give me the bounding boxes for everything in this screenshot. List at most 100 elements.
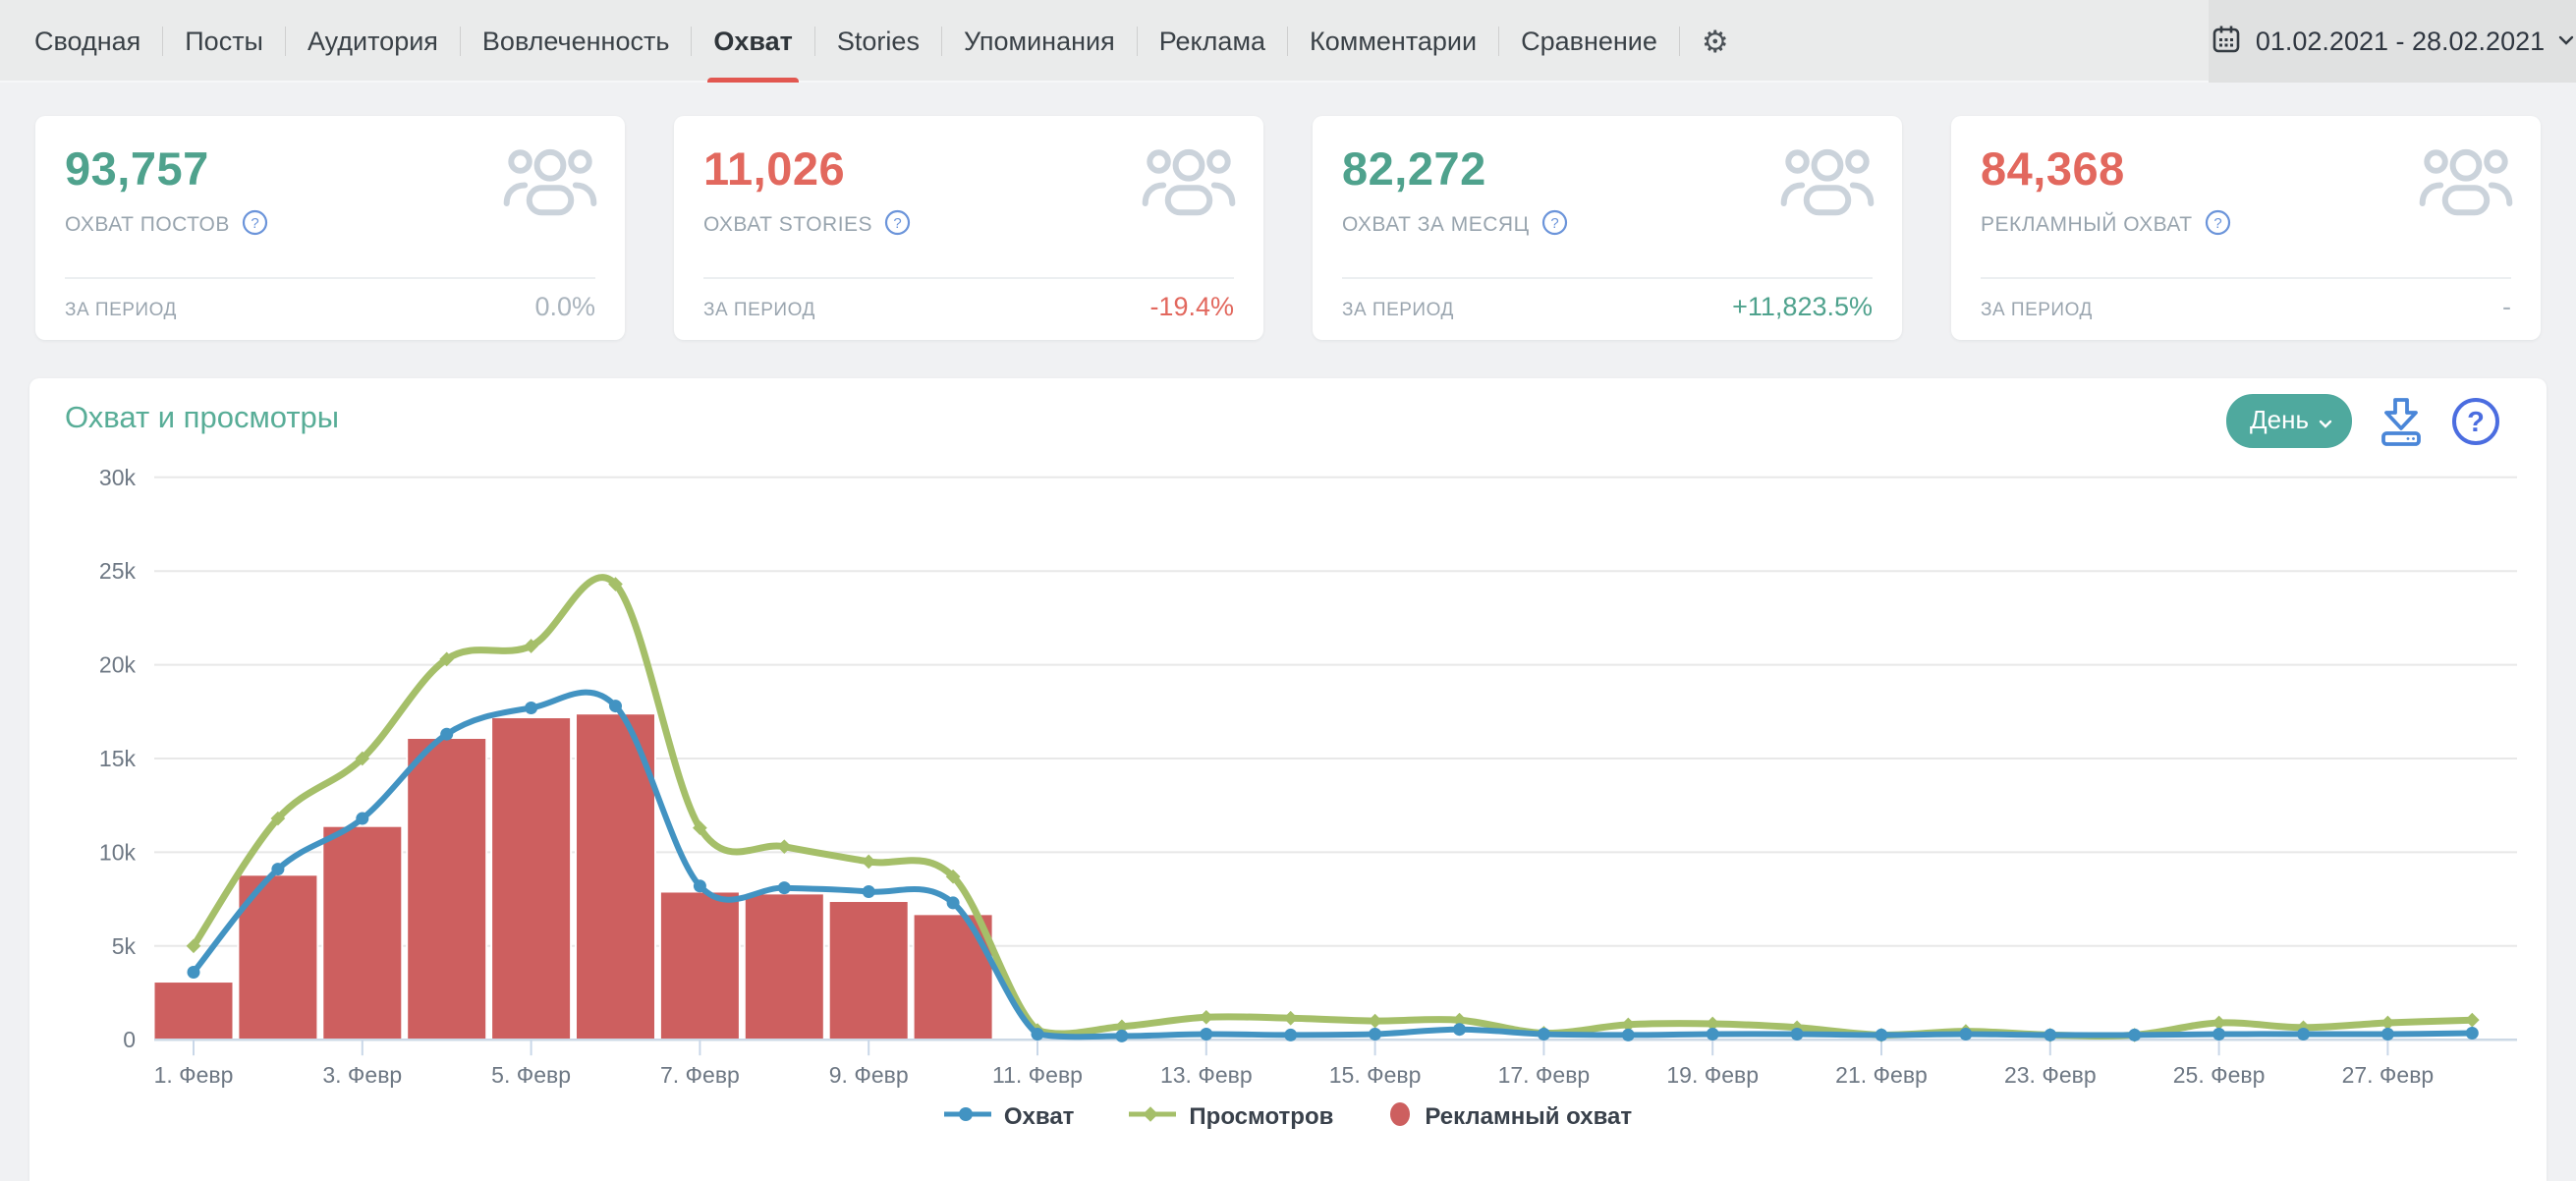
reach-line-point[interactable]: [1369, 1027, 1382, 1040]
people-group-icon: [1142, 143, 1236, 221]
nav-tab-compare[interactable]: Сравнение: [1521, 0, 1657, 83]
card-divider: [1342, 277, 1873, 279]
reach-line-point[interactable]: [1621, 1028, 1635, 1041]
y-axis-tick-label: 30k: [99, 465, 137, 490]
ad-reach-bar[interactable]: [406, 737, 488, 1041]
legend-label: Охват: [1003, 1102, 1075, 1130]
legend-item-reach[interactable]: Охват: [943, 1100, 1075, 1133]
reach-line-point[interactable]: [1115, 1029, 1129, 1042]
x-axis-tick-label: 17. Февр: [1498, 1062, 1591, 1088]
card-divider: [1981, 277, 2511, 279]
kpi-cards-row: 93,757 ОХВАТ ПОСТОВ ? ЗА ПЕРИОД 0.0% 11,…: [35, 116, 2541, 340]
views-line-point[interactable]: [1368, 1013, 1382, 1029]
question-circle-icon: ?: [2450, 397, 2501, 450]
people-group-icon: [2419, 143, 2513, 221]
y-axis-tick-label: 25k: [99, 558, 137, 584]
reach-line-point[interactable]: [2128, 1028, 2142, 1041]
period-delta: +11,823.5%: [1732, 292, 1873, 321]
kpi-label: РЕКЛАМНЫЙ ОХВАТ: [1981, 213, 2193, 236]
nav-tab-posts[interactable]: Посты: [185, 0, 263, 83]
ad-reach-bar[interactable]: [912, 913, 994, 1041]
date-range-picker[interactable]: 01.02.2021 - 28.02.2021: [2209, 0, 2576, 83]
reach-line-point[interactable]: [2297, 1027, 2310, 1040]
ad-reach-bar[interactable]: [658, 890, 741, 1041]
kpi-card-posts-reach: 93,757 ОХВАТ ПОСТОВ ? ЗА ПЕРИОД 0.0%: [35, 116, 625, 340]
download-button[interactable]: [2378, 396, 2425, 447]
nav-tab-comments[interactable]: Комментарии: [1310, 0, 1477, 83]
reach-line-point[interactable]: [693, 879, 706, 893]
views-line-point[interactable]: [2464, 1012, 2480, 1028]
ad-reach-bar[interactable]: [321, 824, 404, 1041]
nav-tab-engagement[interactable]: Вовлеченность: [482, 0, 669, 83]
interval-dropdown-button[interactable]: День: [2226, 394, 2352, 448]
reach-line-point[interactable]: [1031, 1027, 1044, 1040]
help-question-icon[interactable]: ?: [1541, 209, 1568, 241]
nav-tab-stories[interactable]: Stories: [837, 0, 920, 83]
reach-line-point[interactable]: [1875, 1028, 1888, 1041]
y-axis-tick-label: 10k: [99, 839, 137, 865]
reach-line-point[interactable]: [946, 896, 960, 910]
period-delta: -19.4%: [1149, 292, 1234, 321]
nav-tab-summary[interactable]: Сводная: [34, 0, 140, 83]
reach-line-point[interactable]: [525, 701, 538, 714]
ad-reach-bar[interactable]: [743, 892, 825, 1041]
svg-text:?: ?: [2213, 215, 2221, 232]
reach-line-point[interactable]: [1959, 1027, 1973, 1040]
nav-tab-reach[interactable]: Охват: [707, 0, 799, 83]
views-line-point[interactable]: [1199, 1009, 1214, 1025]
interval-dropdown-label: День: [2250, 405, 2309, 434]
reach-line-point[interactable]: [609, 700, 622, 713]
reach-line-point[interactable]: [1790, 1027, 1804, 1040]
reach-line-point[interactable]: [1706, 1027, 1719, 1040]
ad-reach-bar[interactable]: [490, 716, 573, 1041]
reach-line-point[interactable]: [2212, 1027, 2226, 1040]
reach-line-point[interactable]: [1453, 1023, 1466, 1037]
period-delta: 0.0%: [534, 292, 595, 321]
reach-line-point[interactable]: [2380, 1027, 2394, 1040]
y-axis-tick-label: 15k: [99, 746, 137, 771]
reach-line-point[interactable]: [440, 727, 454, 741]
legend-label: Просмотров: [1189, 1102, 1334, 1130]
help-question-icon[interactable]: ?: [242, 209, 268, 241]
period-label: ЗА ПЕРИОД: [1981, 300, 2093, 320]
download-icon: [2378, 397, 2425, 450]
reach-line-point[interactable]: [271, 863, 285, 876]
chevron-down-icon: [2319, 405, 2332, 435]
nav-divider: [813, 27, 815, 56]
chart-title: Охват и просмотры: [65, 400, 340, 434]
nav-tab-ads[interactable]: Реклама: [1159, 0, 1265, 83]
legend-item-ad-reach[interactable]: Рекламный охват: [1388, 1100, 1632, 1133]
reach-line-point[interactable]: [2465, 1027, 2479, 1040]
nav-divider: [691, 27, 693, 56]
ad-reach-bar[interactable]: [152, 981, 235, 1041]
legend-item-views[interactable]: Просмотров: [1129, 1100, 1333, 1133]
x-axis-tick-label: 15. Февр: [1329, 1062, 1422, 1088]
settings-gear-icon[interactable]: ⚙: [1702, 27, 1729, 57]
chart-legend: Охват Просмотров Рекламный охват: [29, 1100, 2547, 1133]
reach-line-point[interactable]: [1537, 1027, 1550, 1040]
views-line-point[interactable]: [1283, 1010, 1299, 1026]
nav-tab-mentions[interactable]: Упоминания: [964, 0, 1115, 83]
views-line-point[interactable]: [861, 854, 876, 870]
nav-tab-audience[interactable]: Аудитория: [308, 0, 438, 83]
reach-line-point[interactable]: [777, 881, 791, 895]
chart-help-button[interactable]: ?: [2450, 396, 2501, 447]
kpi-card-stories-reach: 11,026 ОХВАТ STORIES ? ЗА ПЕРИОД -19.4%: [674, 116, 1263, 340]
period-label: ЗА ПЕРИОД: [1342, 300, 1454, 320]
nav-divider: [1498, 27, 1500, 56]
x-axis-tick-label: 19. Февр: [1666, 1062, 1759, 1088]
legend-label: Рекламный охват: [1425, 1102, 1633, 1130]
help-question-icon[interactable]: ?: [2205, 209, 2231, 241]
svg-text:?: ?: [251, 215, 258, 232]
reach-line-point[interactable]: [356, 812, 369, 825]
svg-text:?: ?: [893, 215, 901, 232]
ad-reach-bar[interactable]: [827, 900, 910, 1041]
reach-views-chart: 0 5k 10k 15k 20k 25k 30k 1. Февр 3. Февр 5. Февр 7…: [99, 465, 2517, 1088]
reach-line-point[interactable]: [862, 884, 875, 898]
reach-line-point[interactable]: [1200, 1027, 1213, 1040]
svg-text:?: ?: [2467, 407, 2485, 438]
help-question-icon[interactable]: ?: [884, 209, 911, 241]
reach-line-point[interactable]: [2044, 1028, 2057, 1041]
reach-line-point[interactable]: [187, 966, 200, 980]
reach-line-point[interactable]: [1284, 1028, 1298, 1041]
